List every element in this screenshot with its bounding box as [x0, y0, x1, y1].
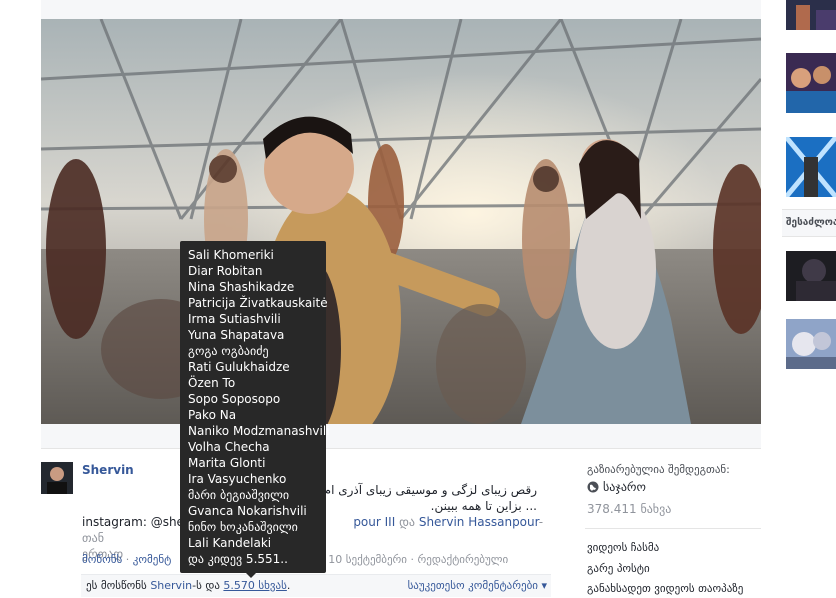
- suggested-video-thumbnail[interactable]: [786, 319, 836, 369]
- suggested-videos-label: შესაძლოა: [782, 209, 836, 237]
- liker-name: Özen To: [188, 376, 236, 390]
- privacy-label: საჯარო: [603, 480, 646, 494]
- suggested-video-thumbnail[interactable]: [786, 53, 836, 113]
- liker-name-link[interactable]: Shervin: [150, 579, 192, 592]
- suggested-video-thumbnail[interactable]: [786, 137, 836, 197]
- edited-label[interactable]: რედაქტირებული: [418, 553, 509, 566]
- likes-prefix: ეს მოსწონს: [86, 579, 147, 592]
- liker-name: გოგა ოგბაიძე: [188, 344, 269, 358]
- liker-name: Pako Na: [188, 408, 237, 422]
- separator: ·: [410, 553, 415, 566]
- privacy-setting[interactable]: საჯარო: [587, 480, 646, 496]
- separator: ·: [125, 553, 130, 566]
- view-count: 378.411 ნახვა: [587, 502, 672, 516]
- liker-name: Rati Gulukhaidze: [188, 360, 290, 374]
- author-name[interactable]: Shervin: [82, 463, 134, 477]
- tooltip-arrow: [245, 572, 257, 578]
- liker-name: Volha Checha: [188, 440, 270, 454]
- shared-with-label: გაზიარებულია შემდეგთან:: [587, 463, 730, 476]
- external-post-link[interactable]: გარე პოსტი: [587, 562, 650, 575]
- suggested-video-thumbnail[interactable]: [786, 251, 836, 301]
- tagged-person-link[interactable]: Shervin Hassanpour: [419, 515, 539, 529]
- liker-name: Irma Sutiashvili: [188, 312, 281, 326]
- others-likes-link[interactable]: 5.570 სხვას: [223, 579, 286, 592]
- globe-icon: [587, 481, 599, 496]
- liker-name: Naniko Modzmanashvili: [188, 424, 330, 438]
- liker-name: Yuna Shapatava: [188, 328, 285, 342]
- tagged-and: და: [399, 515, 415, 529]
- liker-name: Sali Khomeriki: [188, 248, 274, 262]
- tagged-person-link[interactable]: pour III: [353, 515, 395, 529]
- liker-name: Gvanca Nokarishvili: [188, 504, 307, 518]
- liker-name: Patricija Živatkauskaitė: [188, 296, 328, 310]
- liker-name: მარი ბეგიაშვილი: [188, 488, 290, 502]
- likes-end: .: [286, 579, 291, 592]
- author-avatar[interactable]: [41, 462, 73, 494]
- liker-name: Marita Glonti: [188, 456, 266, 470]
- likers-tooltip: Sali Khomeriki Diar Robitan Nina Shashikad…: [180, 241, 330, 573]
- liker-name: Nina Shashikadze: [188, 280, 295, 294]
- embed-video-link[interactable]: ვიდეოს ჩასმა: [587, 541, 659, 554]
- suggested-video-thumbnail[interactable]: [786, 0, 836, 30]
- likes-bar: ეს მოსწონს Shervin-ს და 5.570 სხვას. საუ…: [81, 574, 551, 597]
- likes-middle: -ს და: [192, 579, 220, 592]
- theater-mode-link[interactable]: განახსადეთ ვიდეოს თაოპაზე: [587, 582, 743, 595]
- liker-name: ნინო ხოკანაშვილი: [188, 520, 298, 534]
- video-player[interactable]: [41, 19, 761, 424]
- liker-name: Lali Kandelaki: [188, 536, 272, 550]
- liker-name: და კიდევ 5.551..: [188, 552, 288, 566]
- likes-summary: ეს მოსწონს Shervin-ს და 5.570 სხვას.: [86, 575, 290, 597]
- liker-name: Ira Vasyuchenko: [188, 472, 287, 486]
- like-link[interactable]: მოწონს: [82, 553, 122, 566]
- divider: [585, 528, 761, 529]
- liker-name: Sopo Soposopo: [188, 392, 281, 406]
- post-date[interactable]: 10 სექტემბერი: [328, 553, 407, 566]
- sort-comments-dropdown[interactable]: საუკეთესო კომენტარები ▾: [408, 575, 547, 597]
- liker-name: Diar Robitan: [188, 264, 263, 278]
- comment-link[interactable]: კომენტ: [133, 553, 172, 566]
